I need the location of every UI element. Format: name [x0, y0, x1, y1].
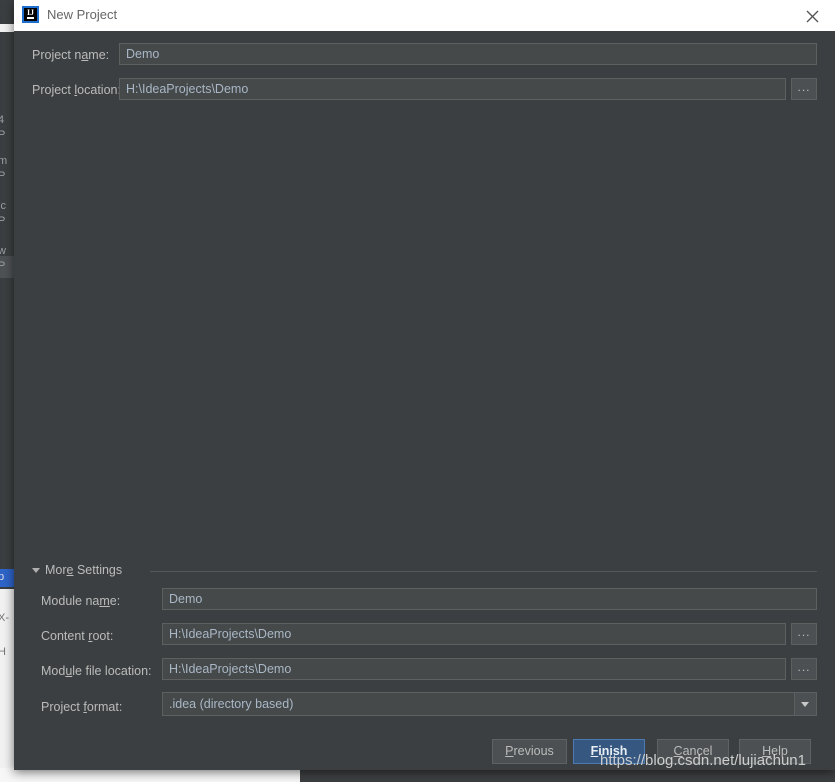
module-name-label: Module name:	[41, 594, 121, 608]
bg-text-fragment: P	[0, 215, 6, 227]
bg-text-fragment: 4	[0, 114, 5, 126]
bg-text-fragment: P	[0, 129, 6, 141]
bg-text-fragment: H	[0, 646, 6, 658]
module-name-input[interactable]: Demo	[162, 588, 817, 610]
dialog-titlebar: IJ New Project	[14, 0, 835, 32]
bg-text-fragment: P	[0, 260, 6, 272]
screen: 4 P m P ic P w P p X- H IJ New Project	[0, 0, 835, 782]
project-name-label: Project name:	[32, 48, 110, 62]
project-name-input[interactable]: Demo	[119, 43, 817, 65]
bg-text-fragment: P	[0, 170, 6, 182]
watermark-text: https://blog.csdn.net/lujiachun1	[600, 752, 806, 769]
more-settings-label: More Settings	[45, 563, 123, 577]
content-root-browse-button[interactable]: ...	[791, 623, 817, 645]
project-location-input[interactable]: H:\IdeaProjects\Demo	[119, 78, 786, 100]
close-icon[interactable]	[797, 4, 827, 28]
project-location-browse-button[interactable]: ...	[791, 78, 817, 100]
more-settings-section-header[interactable]: More Settings	[32, 563, 817, 579]
content-root-label: Content root:	[41, 629, 114, 643]
intellij-logo-icon: IJ	[22, 6, 39, 23]
previous-button[interactable]: Previous	[492, 739, 567, 764]
project-format-select[interactable]: .idea (directory based)	[162, 692, 817, 716]
more-settings-rule	[150, 571, 817, 572]
bg-text-fragment: p	[0, 571, 5, 583]
bg-text-fragment: w	[0, 245, 6, 257]
new-project-dialog: IJ New Project Project name: Demo Projec…	[14, 0, 835, 770]
project-format-label: Project format:	[41, 700, 123, 714]
module-file-location-browse-button[interactable]: ...	[791, 658, 817, 680]
content-root-input[interactable]: H:\IdeaProjects\Demo	[162, 623, 786, 645]
module-file-location-label: Module file location:	[41, 664, 152, 678]
bg-text-fragment: m	[0, 155, 8, 167]
project-format-value: .idea (directory based)	[169, 697, 294, 711]
chevron-down-icon[interactable]	[794, 693, 816, 715]
module-file-location-input[interactable]: H:\IdeaProjects\Demo	[162, 658, 786, 680]
chevron-down-icon[interactable]	[32, 568, 40, 573]
dialog-body: Project name: Demo Project location: H:\…	[14, 31, 835, 770]
dialog-title: New Project	[47, 7, 118, 22]
project-location-label: Project location:	[32, 83, 121, 97]
intellij-logo-underline	[27, 17, 34, 19]
bg-text-fragment: X-	[0, 612, 9, 624]
bg-text-fragment: ic	[0, 200, 6, 212]
background-bottom-bar	[0, 768, 300, 782]
